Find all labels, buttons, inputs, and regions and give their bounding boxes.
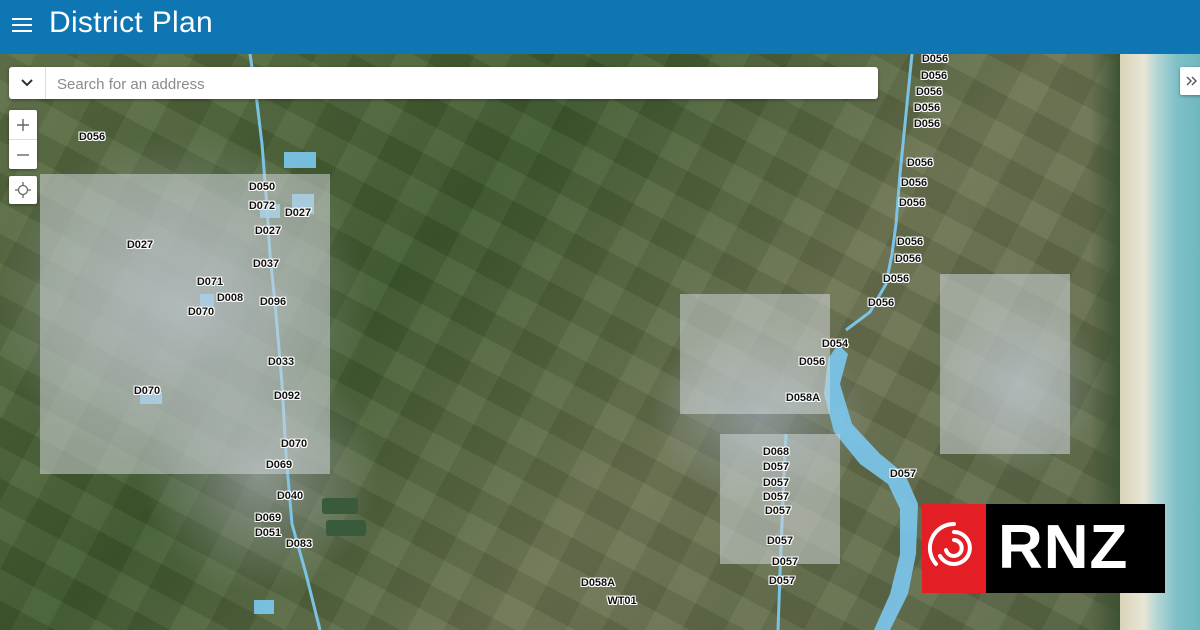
urban-block bbox=[40, 174, 330, 474]
zone-label: D057 bbox=[762, 491, 790, 503]
zoom-out-button[interactable] bbox=[9, 139, 37, 169]
zone-label: D056 bbox=[867, 297, 895, 309]
zone-label: D072 bbox=[248, 200, 276, 212]
zone-label: D083 bbox=[285, 538, 313, 550]
zone-label: D057 bbox=[889, 468, 917, 480]
minus-icon bbox=[17, 153, 29, 156]
zone-label: D092 bbox=[273, 390, 301, 402]
zone-label: D040 bbox=[276, 490, 304, 502]
zone-overlay bbox=[284, 152, 316, 168]
zone-label: D027 bbox=[126, 239, 154, 251]
zone-label: D057 bbox=[771, 556, 799, 568]
zone-label: D057 bbox=[768, 575, 796, 587]
zone-label: D057 bbox=[766, 535, 794, 547]
pond bbox=[326, 520, 366, 536]
urban-block bbox=[940, 274, 1070, 454]
rnz-logo: RNZ bbox=[922, 504, 1165, 593]
zone-label: D056 bbox=[882, 273, 910, 285]
zone-label: D057 bbox=[764, 505, 792, 517]
search-input[interactable] bbox=[55, 67, 859, 101]
zone-label: D056 bbox=[913, 118, 941, 130]
rnz-swirl-icon bbox=[922, 504, 986, 593]
zone-label: D027 bbox=[284, 207, 312, 219]
zone-label: D056 bbox=[798, 356, 826, 368]
zone-label: D051 bbox=[254, 527, 282, 539]
zone-overlay bbox=[254, 600, 274, 614]
zone-label: D070 bbox=[133, 385, 161, 397]
zone-label: D058A bbox=[785, 392, 821, 404]
zone-label: D056 bbox=[78, 131, 106, 143]
rnz-logo-text: RNZ bbox=[998, 513, 1129, 582]
zone-label: D071 bbox=[196, 276, 224, 288]
zone-label: D056 bbox=[906, 157, 934, 169]
zone-label: D096 bbox=[259, 296, 287, 308]
zone-label: D056 bbox=[921, 54, 949, 65]
pond bbox=[322, 498, 358, 514]
zone-label: D056 bbox=[894, 253, 922, 265]
zone-label: D056 bbox=[896, 236, 924, 248]
zone-label: D057 bbox=[762, 477, 790, 489]
zone-label: D027 bbox=[254, 225, 282, 237]
double-chevron-right-icon bbox=[1186, 76, 1197, 86]
app-header: District Plan bbox=[0, 0, 1200, 54]
crosshair-icon bbox=[15, 182, 31, 198]
plus-icon bbox=[17, 118, 29, 131]
zone-label: D070 bbox=[280, 438, 308, 450]
zone-label: D050 bbox=[248, 181, 276, 193]
zone-label: D068 bbox=[762, 446, 790, 458]
zoom-control bbox=[9, 110, 37, 169]
search-options-toggle[interactable] bbox=[9, 67, 46, 99]
rnz-swirl-graphic bbox=[927, 521, 972, 566]
expand-panel-button[interactable] bbox=[1180, 67, 1200, 95]
hamburger-menu-icon[interactable] bbox=[12, 14, 32, 36]
zone-label: D056 bbox=[898, 197, 926, 209]
chevron-down-icon bbox=[21, 79, 33, 87]
zone-label: D033 bbox=[267, 356, 295, 368]
zone-label: D069 bbox=[254, 512, 282, 524]
zone-label: D057 bbox=[762, 461, 790, 473]
zone-label: D056 bbox=[915, 86, 943, 98]
zone-label: D058A bbox=[580, 577, 616, 589]
zone-label: D056 bbox=[913, 102, 941, 114]
locate-button[interactable] bbox=[9, 176, 37, 204]
zone-label: D069 bbox=[265, 459, 293, 471]
zone-label: D054 bbox=[821, 338, 849, 350]
zone-label: D056 bbox=[900, 177, 928, 189]
zone-label: WT01 bbox=[607, 595, 637, 607]
zone-label: D056 bbox=[920, 70, 948, 82]
page-title: District Plan bbox=[49, 6, 213, 39]
zone-label: D070 bbox=[187, 306, 215, 318]
search-bar bbox=[9, 67, 878, 101]
zone-label: D008 bbox=[216, 292, 244, 304]
zoom-in-button[interactable] bbox=[9, 110, 37, 139]
zone-label: D037 bbox=[252, 258, 280, 270]
